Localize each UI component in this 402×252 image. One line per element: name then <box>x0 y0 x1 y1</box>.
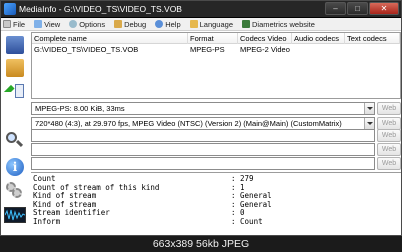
info-icon[interactable]: i <box>6 158 24 176</box>
cell-complete-name: G:\VIDEO_TS\VIDEO_TS.VOB <box>34 45 139 54</box>
info-key: Stream identifier <box>33 208 110 217</box>
stream-select-audio[interactable] <box>31 129 375 142</box>
file-icon <box>3 20 11 28</box>
info-text-panel[interactable]: Count : 279 Count of stream of this kind… <box>31 172 401 235</box>
gear-icon[interactable] <box>6 182 24 200</box>
close-button[interactable]: ✕ <box>369 2 399 15</box>
menu-website[interactable]: Diametrics website <box>242 20 315 29</box>
stream-select-text: MPEG-PS: 8.00 KiB, 33ms <box>35 104 125 113</box>
maximize-button[interactable]: □ <box>347 2 368 15</box>
language-icon <box>189 20 198 28</box>
column-header-format[interactable]: Format <box>188 33 238 44</box>
help-icon <box>155 20 164 28</box>
cell-audio-codecs <box>292 44 345 55</box>
menu-file[interactable]: File <box>3 20 25 29</box>
web-button-text[interactable]: Web <box>377 143 401 156</box>
web-button-general[interactable]: Web <box>377 102 401 115</box>
menu-debug[interactable]: Debug <box>114 20 146 29</box>
web-button-audio[interactable]: Web <box>377 129 401 142</box>
gear-shape-2 <box>12 188 22 198</box>
info-row: Inform : Count <box>33 217 263 227</box>
title-bar[interactable]: MediaInfo - G:\VIDEO_TS\VIDEO_TS.VOB – □… <box>1 1 401 18</box>
export-icon[interactable] <box>3 83 24 101</box>
stream-select-text: 720*480 (4:3), at 29.970 fps, MPEG Video… <box>35 119 342 128</box>
menu-website-label: Diametrics website <box>252 19 315 29</box>
open-file-icon[interactable] <box>6 36 24 54</box>
menu-debug-label: Debug <box>124 19 147 29</box>
cell-text-codecs <box>345 44 400 55</box>
debug-icon <box>114 20 123 28</box>
web-button-chapters[interactable]: Web <box>377 157 401 170</box>
chevron-down-icon[interactable] <box>364 118 374 129</box>
menu-bar: File View Options Debug Help Language Di… <box>1 18 401 31</box>
stream-select-text-track[interactable] <box>31 143 375 156</box>
menu-view[interactable]: View <box>34 20 60 29</box>
menu-help[interactable]: Help <box>155 19 181 29</box>
mediainfo-window: MediaInfo - G:\VIDEO_TS\VIDEO_TS.VOB – □… <box>0 0 402 236</box>
side-toolbar: i <box>1 32 29 235</box>
search-handle-shape <box>15 139 24 148</box>
menu-help-label: Help <box>165 19 181 29</box>
menu-options-label: Options <box>79 19 106 29</box>
cell-format: MPEG-PS <box>190 45 225 54</box>
chevron-down-icon[interactable] <box>364 103 374 114</box>
website-icon <box>242 20 250 28</box>
stream-select-chapters[interactable] <box>31 157 375 170</box>
image-caption: 663x389 56kb JPEG <box>0 236 402 252</box>
file-list-header: Complete name Format Codecs Video Audio … <box>32 33 400 44</box>
minimize-button[interactable]: – <box>325 2 346 15</box>
column-header-text-codecs[interactable]: Text codecs <box>345 33 400 44</box>
menu-file-label: File <box>13 19 26 29</box>
info-key: Inform <box>33 216 61 226</box>
column-header-complete-name[interactable]: Complete name <box>32 33 188 44</box>
table-row[interactable]: G:\VIDEO_TS\VIDEO_TS.VOB MPEG-PS MPEG-2 … <box>32 44 400 55</box>
window-controls: – □ ✕ <box>325 2 399 15</box>
menu-view-label: View <box>44 19 61 29</box>
window-title: MediaInfo - G:\VIDEO_TS\VIDEO_TS.VOB <box>19 4 182 14</box>
info-value: : Count <box>231 216 263 226</box>
column-header-codecs-video[interactable]: Codecs Video <box>238 33 292 44</box>
waveform-icon[interactable] <box>4 207 26 223</box>
column-header-audio-codecs[interactable]: Audio codecs <box>292 33 345 44</box>
cell-codecs-video: MPEG-2 Video <box>240 45 290 54</box>
menu-language[interactable]: Language <box>189 19 233 29</box>
search-icon[interactable] <box>6 132 24 150</box>
menu-language-label: Language <box>199 19 233 29</box>
stream-select-general[interactable]: MPEG-PS: 8.00 KiB, 33ms <box>31 102 375 115</box>
view-icon <box>34 20 43 28</box>
menu-options[interactable]: Options <box>69 20 105 29</box>
file-list[interactable]: Complete name Format Codecs Video Audio … <box>31 32 401 99</box>
open-folder-icon[interactable] <box>6 59 24 77</box>
options-icon <box>69 20 78 28</box>
waveform-graphic <box>5 209 25 221</box>
app-icon <box>4 3 16 15</box>
